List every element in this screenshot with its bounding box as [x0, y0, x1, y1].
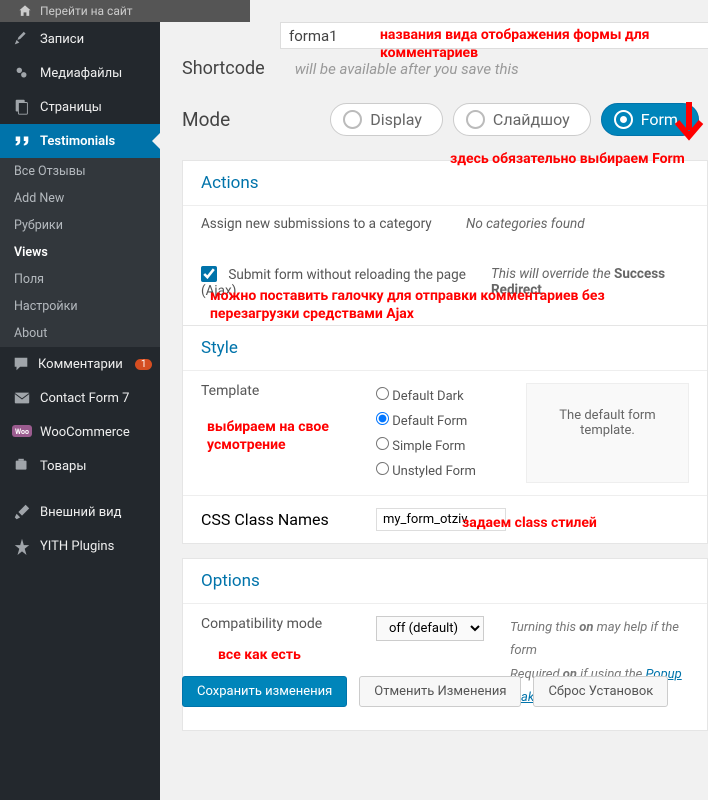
- woo-icon: Woo: [12, 422, 32, 442]
- ajax-label: Submit form without reloading the page (…: [201, 267, 466, 299]
- sidebar-label: Записи: [40, 32, 84, 47]
- yith-icon: [12, 536, 32, 556]
- sidebar-item-testimonials[interactable]: Testimonials: [0, 124, 160, 158]
- sidebar-item-products[interactable]: Товары: [0, 449, 160, 483]
- topbar-label: Перейти на сайт: [40, 4, 133, 18]
- sidebar-item-yith[interactable]: YITH Plugins: [0, 529, 160, 563]
- media-icon: [12, 63, 32, 83]
- options-title: Options: [183, 559, 707, 604]
- sidebar-sub-settings[interactable]: Настройки: [0, 293, 160, 320]
- shortcode-label: Shortcode: [182, 58, 265, 79]
- sidebar-submenu: Все Отзывы Add New Рубрики Views Поля На…: [0, 158, 160, 347]
- sidebar-label: WooCommerce: [40, 425, 130, 440]
- cancel-button[interactable]: Отменить Изменения: [359, 676, 521, 707]
- arrow-icon: [672, 100, 706, 150]
- sidebar-item-woo[interactable]: Woo WooCommerce: [0, 415, 160, 449]
- actions-box: Actions Assign new submissions to a cate…: [182, 160, 708, 352]
- template-label: Template: [201, 383, 376, 483]
- sidebar-label: Contact Form 7: [40, 391, 129, 406]
- actions-title: Actions: [183, 161, 707, 206]
- sidebar-label: Медиафайлы: [40, 66, 122, 81]
- pin-icon: [12, 29, 32, 49]
- sidebar-sub-all[interactable]: Все Отзывы: [0, 158, 160, 185]
- compat-label: Compatibility mode: [201, 616, 376, 632]
- style-title: Style: [183, 326, 707, 371]
- mail-icon: [12, 388, 32, 408]
- mode-option-display[interactable]: Display: [330, 103, 443, 136]
- admin-sidebar: Записи Медиафайлы Страницы Testimonials …: [0, 0, 160, 800]
- brush-icon: [12, 502, 32, 522]
- sidebar-item-cf7[interactable]: Contact Form 7: [0, 381, 160, 415]
- reset-button[interactable]: Сброс Установок: [533, 676, 668, 707]
- sidebar-label: Страницы: [40, 100, 102, 115]
- compat-select[interactable]: off (default): [376, 616, 484, 641]
- save-button[interactable]: Сохранить изменения: [182, 676, 347, 707]
- template-desc: The default form template.: [526, 383, 689, 483]
- view-title-input[interactable]: [280, 22, 708, 49]
- sidebar-item-appearance[interactable]: Внешний вид: [0, 495, 160, 529]
- cart-icon: [12, 456, 32, 476]
- mode-option-slideshow[interactable]: Слайдшоу: [453, 103, 591, 136]
- shortcode-hint: will be available after you save this: [295, 60, 519, 78]
- pages-icon: [12, 97, 32, 117]
- sidebar-label: Комментарии: [38, 357, 123, 372]
- ajax-checkbox[interactable]: [201, 266, 217, 282]
- sidebar-label: YITH Plugins: [40, 539, 114, 554]
- sidebar-item-posts[interactable]: Записи: [0, 22, 160, 56]
- sidebar-label: Товары: [40, 459, 86, 474]
- sidebar-item-comments[interactable]: Комментарии 1: [0, 347, 160, 381]
- sidebar-sub-categories[interactable]: Рубрики: [0, 212, 160, 239]
- mode-label: Mode: [182, 108, 230, 131]
- sidebar-sub-views[interactable]: Views: [0, 239, 160, 266]
- svg-text:Woo: Woo: [15, 428, 29, 436]
- quote-icon: [12, 131, 32, 151]
- template-opt-simple[interactable]: Simple Form: [376, 433, 526, 458]
- sidebar-label: Внешний вид: [40, 505, 122, 520]
- sidebar-sub-fields[interactable]: Поля: [0, 266, 160, 293]
- assign-value: No categories found: [466, 216, 689, 232]
- sidebar-item-pages[interactable]: Страницы: [0, 90, 160, 124]
- topbar[interactable]: Перейти на сайт: [0, 0, 250, 22]
- css-class-input[interactable]: [376, 508, 506, 531]
- comment-icon: [12, 354, 30, 374]
- sidebar-sub-about[interactable]: About: [0, 320, 160, 347]
- main-content: Shortcode will be available after you sa…: [160, 0, 708, 800]
- sidebar-label: Testimonials: [40, 134, 115, 149]
- template-opt-dark[interactable]: Default Dark: [376, 383, 526, 408]
- style-box: Style Template Default Dark Default Form…: [182, 325, 708, 544]
- assign-label: Assign new submissions to a category: [201, 216, 466, 232]
- home-icon: [18, 4, 32, 18]
- template-opt-form[interactable]: Default Form: [376, 408, 526, 433]
- template-opt-unstyled[interactable]: Unstyled Form: [376, 458, 526, 483]
- css-label: CSS Class Names: [201, 510, 376, 529]
- comments-badge: 1: [135, 359, 153, 370]
- sidebar-sub-addnew[interactable]: Add New: [0, 185, 160, 212]
- sidebar-item-media[interactable]: Медиафайлы: [0, 56, 160, 90]
